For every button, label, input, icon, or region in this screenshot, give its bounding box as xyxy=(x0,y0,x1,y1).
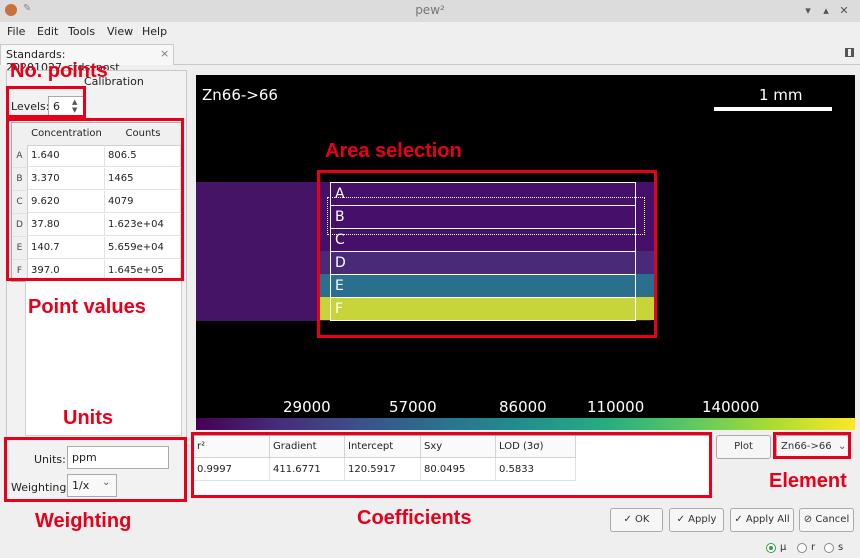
menu-tools[interactable]: Tools xyxy=(68,25,95,38)
annotation-box-element xyxy=(773,432,851,459)
colorbar xyxy=(196,418,855,430)
radio-mu[interactable] xyxy=(766,543,776,553)
annotation-box-point-values xyxy=(6,118,184,281)
apply-all-button[interactable]: ✓ Apply All xyxy=(730,508,794,532)
close-icon[interactable]: ✕ xyxy=(836,3,852,19)
annotation-box-area-selection xyxy=(317,170,657,338)
annotation-element: Element xyxy=(769,470,847,492)
cancel-button[interactable]: ⊘ Cancel xyxy=(799,508,854,532)
colorbar-tick: 110000 xyxy=(587,398,645,416)
menu-edit[interactable]: Edit xyxy=(37,25,58,38)
tab-bar: Standards: 20201027_stds_post × xyxy=(0,42,860,74)
tab-close-icon[interactable]: × xyxy=(160,47,169,60)
minimize-icon[interactable]: ▾ xyxy=(800,3,816,19)
plot-button[interactable]: Plot xyxy=(716,435,771,459)
annotation-no-points: No. points xyxy=(10,60,108,82)
annotation-units: Units xyxy=(63,407,113,429)
annotation-box-coefficients xyxy=(191,432,712,498)
annotation-weighting: Weighting xyxy=(35,510,132,532)
menu-file[interactable]: File xyxy=(7,25,25,38)
maximize-icon[interactable]: ▴ xyxy=(818,3,834,19)
split-view-icon[interactable] xyxy=(845,48,854,57)
annotation-area-selection: Area selection xyxy=(325,140,462,162)
scale-bar xyxy=(714,107,832,111)
annotation-box-units-weighting xyxy=(4,437,187,502)
radio-mu-label: μ xyxy=(780,542,787,553)
annotation-box-no-points xyxy=(6,86,86,118)
title-bar: ✎ pew² ▾ ▴ ✕ xyxy=(0,0,860,23)
ok-button[interactable]: ✓ OK xyxy=(610,508,663,532)
annotation-point-values: Point values xyxy=(28,296,146,318)
image-element-label: Zn66->66 xyxy=(202,86,278,104)
window-title: pew² xyxy=(415,3,445,17)
radio-r-label: r xyxy=(811,542,816,553)
colorbar-tick: 86000 xyxy=(499,398,547,416)
colorbar-tick: 140000 xyxy=(702,398,760,416)
annotation-coefficients: Coefficients xyxy=(357,507,472,529)
menu-bar: File Edit Tools View Help xyxy=(0,22,860,42)
radio-r[interactable] xyxy=(797,543,807,553)
radio-s[interactable] xyxy=(824,543,834,553)
menu-view[interactable]: View xyxy=(107,25,133,38)
menu-help[interactable]: Help xyxy=(142,25,167,38)
radio-s-label: s xyxy=(838,542,844,553)
colorbar-tick: 57000 xyxy=(389,398,437,416)
scale-bar-label: 1 mm xyxy=(759,86,803,104)
colorbar-tick: 29000 xyxy=(283,398,331,416)
apply-button[interactable]: ✓ Apply xyxy=(669,508,724,532)
